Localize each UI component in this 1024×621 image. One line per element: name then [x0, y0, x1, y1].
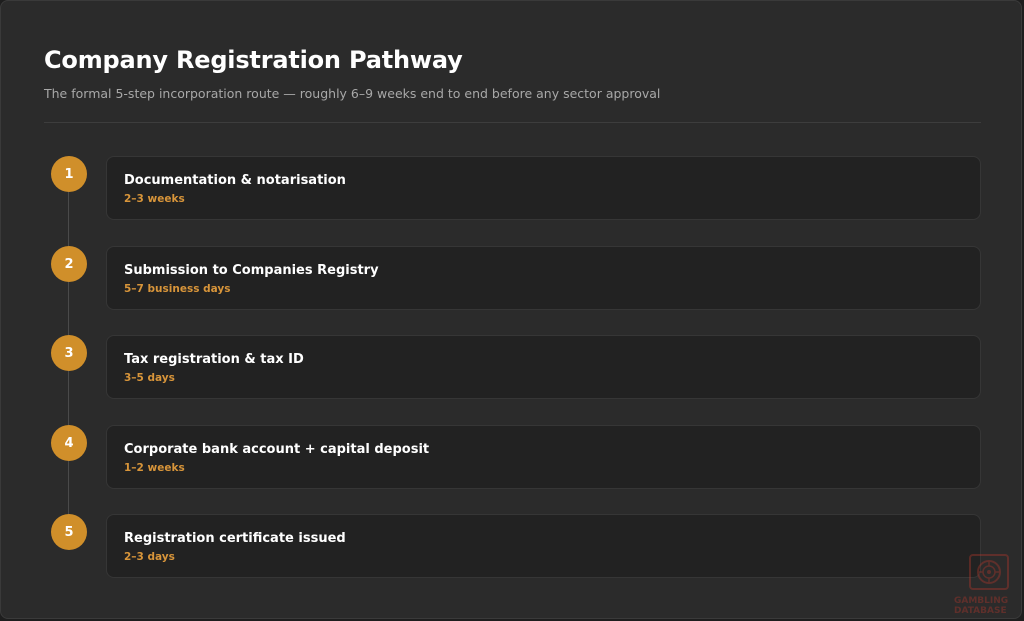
step-duration: 5–7 business days [124, 283, 231, 295]
step-card: Tax registration & tax ID 3–5 days [106, 335, 981, 399]
step-2: 2 Submission to Companies Registry 5–7 b… [1, 246, 1024, 310]
step-number-badge: 4 [51, 425, 87, 461]
step-card: Registration certificate issued 2–3 days [106, 514, 981, 578]
gambling-database-watermark: GAMBLING DATABASE [951, 554, 1021, 620]
step-card: Submission to Companies Registry 5–7 bus… [106, 246, 981, 310]
step-name: Submission to Companies Registry [124, 263, 379, 278]
step-name: Documentation & notarisation [124, 173, 346, 188]
step-name: Corporate bank account + capital deposit [124, 442, 430, 457]
step-3: 3 Tax registration & tax ID 3–5 days [1, 335, 1024, 399]
step-duration: 1–2 weeks [124, 462, 185, 474]
roulette-wheel-icon [977, 560, 1001, 584]
step-name: Tax registration & tax ID [124, 352, 304, 367]
step-card: Corporate bank account + capital deposit… [106, 425, 981, 489]
step-duration: 2–3 days [124, 551, 175, 563]
watermark-line-2: DATABASE [954, 606, 1007, 616]
header-divider [44, 122, 981, 123]
watermark-logo-frame [969, 554, 1009, 590]
step-number-badge: 1 [51, 156, 87, 192]
step-duration: 2–3 weeks [124, 193, 185, 205]
step-1: 1 Documentation & notarisation 2–3 weeks [1, 156, 1024, 220]
registration-pathway-panel: Company Registration Pathway The formal … [0, 0, 1022, 619]
step-number-badge: 3 [51, 335, 87, 371]
step-number-badge: 2 [51, 246, 87, 282]
page-subtitle: The formal 5-step incorporation route — … [44, 86, 661, 101]
step-card: Documentation & notarisation 2–3 weeks [106, 156, 981, 220]
watermark-text: GAMBLING DATABASE [954, 596, 1008, 616]
step-name: Registration certificate issued [124, 531, 346, 546]
step-number-badge: 5 [51, 514, 87, 550]
page-title: Company Registration Pathway [44, 46, 463, 74]
step-5: 5 Registration certificate issued 2–3 da… [1, 514, 1024, 578]
step-duration: 3–5 days [124, 372, 175, 384]
watermark-line-1: GAMBLING [954, 596, 1009, 606]
step-4: 4 Corporate bank account + capital depos… [1, 425, 1024, 489]
